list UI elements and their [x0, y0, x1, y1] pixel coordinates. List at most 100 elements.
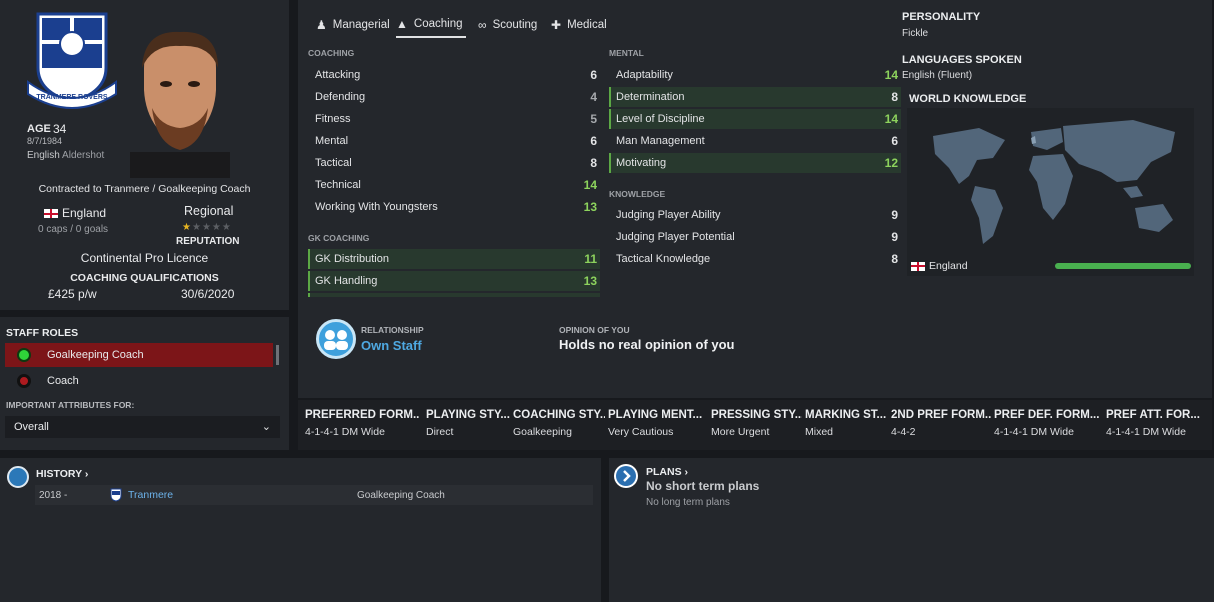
languages-title: LANGUAGES SPOKEN — [902, 54, 1022, 66]
tactic-value: More Urgent — [711, 426, 770, 438]
history-row[interactable]: 2018 - Tranmere Goalkeeping Coach — [35, 485, 593, 505]
contract-expiry: 30/6/2020 — [181, 287, 235, 301]
plans-title[interactable]: PLANS › — [646, 466, 688, 478]
tactic-value: 4-4-2 — [891, 426, 916, 438]
tactic-marking-style[interactable]: MARKING ST... Mixed — [805, 409, 887, 438]
attr-value: 9 — [891, 208, 898, 222]
attr-label: Working With Youngsters — [315, 201, 438, 213]
role-goalkeeping-coach[interactable]: Goalkeeping Coach — [5, 343, 273, 367]
birthplace-town[interactable]: Aldershot — [62, 150, 104, 161]
star-icon: ★ — [211, 222, 222, 233]
tab-scouting[interactable]: ∞ Scouting — [478, 12, 537, 38]
tab-managerial[interactable]: ♟ Managerial — [316, 12, 390, 38]
chevron-right-icon: › — [684, 466, 689, 478]
tactic-header: PREFERRED FORM... — [305, 409, 420, 421]
contract-info[interactable]: Contracted to Tranmere / Goalkeeping Coa… — [0, 183, 289, 195]
tab-medical[interactable]: ✚ Medical — [551, 12, 607, 38]
tactic-preferred-formation[interactable]: PREFERRED FORM... 4-1-4-1 DM Wide — [305, 409, 420, 438]
attr-label: Determination — [616, 91, 685, 103]
tactic-pref-att-formation[interactable]: PREF ATT. FOR... 4-1-4-1 DM Wide — [1106, 409, 1210, 438]
star-icon: ★ — [221, 222, 232, 233]
tactic-header: PRESSING STY... — [711, 409, 802, 421]
attr-value: 5 — [590, 112, 597, 126]
attr-determination[interactable]: Determination 8 — [609, 87, 901, 107]
attr-judging-player-ability[interactable]: Judging Player Ability 9 — [609, 205, 901, 225]
role-label: Goalkeeping Coach — [47, 349, 144, 361]
attr-working-with-youngsters[interactable]: Working With Youngsters 13 — [308, 197, 600, 217]
date-of-birth: 8/7/1984 — [27, 136, 63, 146]
tactic-coaching-style[interactable]: COACHING STY... Goalkeeping — [513, 409, 605, 438]
roles-scrollbar[interactable] — [276, 345, 279, 365]
tactic-value: Goalkeeping — [513, 426, 572, 438]
tactic-value: 4-1-4-1 DM Wide — [1106, 426, 1186, 438]
tactic-header: PREF ATT. FOR... — [1106, 409, 1200, 421]
languages-value: English (Fluent) — [902, 70, 973, 81]
tab-label: Medical — [567, 19, 607, 31]
attr-label: Level of Discipline — [616, 113, 705, 125]
england-flag-icon — [44, 209, 58, 219]
world-knowledge-row[interactable]: England — [911, 259, 1193, 273]
opinion-value: Holds no real opinion of you — [559, 337, 735, 352]
staff-portrait — [130, 31, 230, 178]
attr-mental[interactable]: Mental 6 — [308, 131, 600, 151]
world-map[interactable] — [907, 108, 1194, 276]
staff-roles-title: STAFF ROLES — [6, 327, 79, 339]
attr-fitness[interactable]: Fitness 5 — [308, 109, 600, 129]
role-status-icon — [17, 348, 31, 362]
attr-value: 14 — [583, 178, 597, 192]
attr-label: GK Distribution — [315, 253, 389, 265]
tactic-header: 2ND PREF FORM... — [891, 409, 991, 421]
attr-defending[interactable]: Defending 4 — [308, 87, 600, 107]
history-title[interactable]: HISTORY › — [36, 468, 88, 480]
nation[interactable]: England — [44, 206, 106, 220]
role-label: Coach — [47, 375, 79, 387]
personality-value: Fickle — [902, 28, 929, 39]
attr-label: Tactical — [315, 157, 352, 169]
attr-value: 12 — [884, 156, 898, 170]
tactic-playing-style[interactable]: PLAYING STY... Direct — [426, 409, 511, 438]
attr-value: 8 — [590, 156, 597, 170]
tactic-value: Mixed — [805, 426, 834, 438]
nationality-word: English — [27, 150, 60, 161]
attr-value: 8 — [891, 90, 898, 104]
reputation-level: Regional — [184, 204, 234, 218]
attr-tactical[interactable]: Tactical 8 — [308, 153, 600, 173]
club-badge-icon — [110, 488, 122, 502]
important-attributes-dropdown[interactable]: Overall ⌄ — [5, 416, 280, 438]
star-icon: ★ — [191, 222, 202, 233]
attr-label: Tactical Knowledge — [616, 253, 711, 265]
history-title-text: HISTORY — [36, 468, 82, 480]
attr-gk-handling[interactable]: GK Handling 13 — [308, 271, 600, 291]
coaching-licence: Continental Pro Licence — [80, 251, 209, 265]
attr-technical[interactable]: Technical 14 — [308, 175, 600, 195]
attr-attacking[interactable]: Attacking 6 — [308, 65, 600, 85]
attr-label: GK Handling — [315, 275, 378, 287]
history-panel — [0, 458, 601, 602]
attr-label: Man Management — [616, 135, 705, 147]
tab-coaching[interactable]: ▲ Coaching — [396, 12, 467, 38]
attr-adaptability[interactable]: Adaptability 14 — [609, 65, 901, 85]
relationship-value: Own Staff — [361, 338, 422, 353]
world-knowledge-country: England — [929, 260, 968, 272]
attr-label: Technical — [315, 179, 361, 191]
knowledge-bar-fill — [1055, 263, 1191, 269]
tactic-2nd-pref-formation[interactable]: 2ND PREF FORM... 4-4-2 — [891, 409, 991, 438]
plans-title-text: PLANS — [646, 466, 682, 478]
attr-gk-distribution[interactable]: GK Distribution 11 — [308, 249, 600, 269]
tactic-pref-def-formation[interactable]: PREF DEF. FORM... 4-1-4-1 DM Wide — [994, 409, 1102, 438]
history-club[interactable]: Tranmere — [109, 488, 173, 502]
tactic-pressing-style[interactable]: PRESSING STY... More Urgent — [711, 409, 802, 438]
attr-motivating[interactable]: Motivating 12 — [609, 153, 901, 173]
attr-judging-player-potential[interactable]: Judging Player Potential 9 — [609, 227, 901, 247]
tactic-playing-mentality[interactable]: PLAYING MENT... Very Cautious — [608, 409, 708, 438]
attr-label: Attacking — [315, 69, 361, 81]
attr-tactical-knowledge[interactable]: Tactical Knowledge 8 — [609, 249, 901, 269]
england-flag-icon — [911, 261, 925, 271]
attr-value: 6 — [590, 134, 597, 148]
role-coach[interactable]: Coach — [5, 369, 273, 393]
tactic-header: PLAYING MENT... — [608, 409, 703, 421]
attr-label: Defending — [315, 91, 366, 103]
attr-level-of-discipline[interactable]: Level of Discipline 14 — [609, 109, 901, 129]
attr-man-management[interactable]: Man Management 6 — [609, 131, 901, 151]
club-crest[interactable]: TRANMERE ROVERS — [24, 10, 120, 114]
